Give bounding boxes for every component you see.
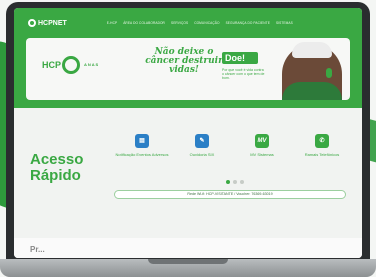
quick-access-section: Acesso Rápido ▤ Notificação Eventos Adve… xyxy=(14,108,362,258)
wifi-info-bar: Rede Wi-fi: HCP-VISITANTE / Voucher: 763… xyxy=(114,190,346,199)
shortcut-mv-sistemas[interactable]: MV MV Sistemas xyxy=(230,134,294,157)
ribbon-knot-icon xyxy=(62,56,80,74)
nav-item-comunicacao[interactable]: COMUNICAÇÃO xyxy=(194,21,219,25)
shortcut-ramais[interactable]: ✆ Ramais Telefônicos xyxy=(290,134,354,157)
next-section-heading: Pr... xyxy=(30,245,45,254)
nav-item-sistemas[interactable]: SISTEMAS xyxy=(276,21,293,25)
banner-logo: HCP xyxy=(42,60,62,70)
quick-access-title: Acesso Rápido xyxy=(30,151,84,184)
mv-logo-icon: MV xyxy=(255,134,269,148)
phone-icon: ✆ xyxy=(315,134,329,148)
laptop-notch xyxy=(148,259,228,264)
site-logo[interactable]: HCPNET xyxy=(28,19,67,27)
nav-item-seguranca-paciente[interactable]: SEGURANÇA DO PACIENTE xyxy=(226,21,270,25)
shortcut-label: Notificação Eventos Adversos xyxy=(115,152,169,157)
carousel-dot[interactable] xyxy=(233,180,237,184)
carousel-dot[interactable] xyxy=(226,180,230,184)
browser-screen: HCPNET E-HCP ÁREA DO COLABORADOR SERVIÇO… xyxy=(14,8,362,258)
main-nav: E-HCP ÁREA DO COLABORADOR SERVIÇOS COMUN… xyxy=(107,21,293,25)
banner-cta-text: Por que você é vida contra o câncer com … xyxy=(222,68,265,81)
nav-item-servicos[interactable]: SERVIÇOS xyxy=(171,21,188,25)
chat-icon: ✎ xyxy=(195,134,209,148)
logo-text: HCPNET xyxy=(38,19,67,27)
shortcut-label: MV Sistemas xyxy=(250,152,274,157)
awareness-ribbon-icon xyxy=(326,68,332,78)
banner-area: HCP A N A S Não deixe o câncer destruir … xyxy=(14,38,362,108)
carousel-dots xyxy=(226,180,244,184)
logo-mark-icon xyxy=(28,19,36,27)
shortcut-label: Ramais Telefônicos xyxy=(304,152,340,157)
shortcut-label: Ouvidoria SIX xyxy=(189,152,215,157)
nav-item-ehcp[interactable]: E-HCP xyxy=(107,21,117,25)
shortcut-ouvidoria[interactable]: ✎ Ouvidoria SIX xyxy=(170,134,234,157)
carousel-dot[interactable] xyxy=(240,180,244,184)
banner-logo-sub: A N A S xyxy=(84,62,99,67)
top-navigation-bar: HCPNET E-HCP ÁREA DO COLABORADOR SERVIÇO… xyxy=(14,8,362,38)
nav-item-area-colaborador[interactable]: ÁREA DO COLABORADOR xyxy=(123,21,165,25)
form-icon: ▤ xyxy=(135,134,149,148)
hero-banner[interactable]: HCP A N A S Não deixe o câncer destruir … xyxy=(26,38,350,100)
banner-cta-title: Doe! xyxy=(222,52,258,64)
banner-person-image xyxy=(282,42,342,100)
stage: HCPNET E-HCP ÁREA DO COLABORADOR SERVIÇO… xyxy=(0,0,376,277)
banner-slogan: Não deixe o câncer destruir vidas! xyxy=(145,47,223,75)
laptop-frame: HCPNET E-HCP ÁREA DO COLABORADOR SERVIÇO… xyxy=(6,2,370,264)
shortcut-notificacao-eventos[interactable]: ▤ Notificação Eventos Adversos xyxy=(110,134,174,157)
